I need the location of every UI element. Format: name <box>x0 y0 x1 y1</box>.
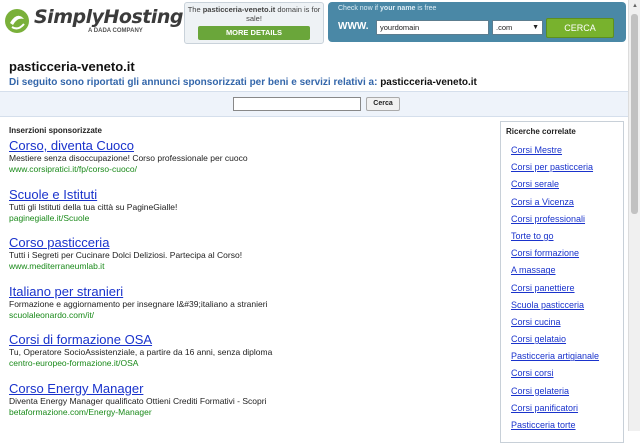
related-list: Corsi Mestre Corsi per pasticceria Corsi… <box>511 142 623 434</box>
related-link[interactable]: A massage <box>511 262 623 279</box>
logo-subtitle: A DADA COMPANY <box>88 28 143 34</box>
related-link[interactable]: Corsi professionali <box>511 211 623 228</box>
ad-item: Corso Energy Manager Diventa Energy Mana… <box>9 381 489 430</box>
logo-swirl-icon <box>5 9 29 33</box>
ad-title-link[interactable]: Scuole e Istituti <box>9 187 489 202</box>
ad-title-link[interactable]: Corso, diventa Cuoco <box>9 138 489 153</box>
related-link[interactable]: Corsi cucina <box>511 314 623 331</box>
related-link[interactable]: Corsi panettiere <box>511 280 623 297</box>
page-title: pasticceria-veneto.it <box>9 59 135 74</box>
intro-prefix: Di seguito sono riportati gli annunci sp… <box>9 77 381 88</box>
vertical-scrollbar[interactable]: ▲ <box>628 0 640 431</box>
related-link[interactable]: Corsi formazione <box>511 245 623 262</box>
ad-title-link[interactable]: Corsi di formazione OSA <box>9 332 489 347</box>
intro-domain: pasticceria-veneto.it <box>380 77 477 88</box>
related-link[interactable]: Corsi a Vicenza <box>511 194 623 211</box>
related-searches-panel: Ricerche correlate Corsi Mestre Corsi pe… <box>500 121 624 443</box>
related-link[interactable]: Torte to go <box>511 228 623 245</box>
intro-text: Di seguito sono riportati gli annunci sp… <box>9 77 477 88</box>
ad-url-link[interactable]: scuolaleonardo.com/it/ <box>9 310 489 321</box>
search-bar: Cerca <box>0 91 628 117</box>
ad-description: Tu, Operatore SocioAssistenziale, a part… <box>9 347 273 357</box>
related-link[interactable]: Pasticceria artigianale <box>511 348 623 365</box>
related-link[interactable]: Corsi corsi <box>511 365 623 382</box>
ad-description: Formazione e aggiornamento per insegnare… <box>9 298 268 309</box>
sponsored-ads: Inserzioni sponsorizzate Corso, diventa … <box>9 126 489 429</box>
ad-item: Corsi di formazione OSA Tu, Operatore So… <box>9 332 489 381</box>
for-sale-domain: pasticceria-veneto.it <box>202 5 276 14</box>
ad-item: Corso pasticceria Tutti i Segreti per Cu… <box>9 235 489 284</box>
more-details-button[interactable]: MORE DETAILS <box>198 26 310 40</box>
domain-check-hint: Check now if your name is free <box>338 5 436 12</box>
related-link[interactable]: Scuola pasticceria <box>511 297 623 314</box>
scrollbar-thumb[interactable] <box>631 14 638 214</box>
ad-title-link[interactable]: Corso Energy Manager <box>9 381 489 396</box>
www-label: WWW. <box>338 21 369 32</box>
ad-title-link[interactable]: Corso pasticceria <box>9 235 489 250</box>
logo-text: SimplyHosting <box>34 6 183 28</box>
search-input[interactable] <box>233 97 361 111</box>
related-link[interactable]: Corsi serale <box>511 176 623 193</box>
ad-description: Diventa Energy Manager qualificato Ottie… <box>9 395 267 406</box>
tld-selected-value: .com <box>496 23 513 32</box>
ads-heading: Inserzioni sponsorizzate <box>9 126 102 135</box>
related-link[interactable]: Pasticceria torte <box>511 417 623 434</box>
tld-select[interactable]: .com ▼ <box>492 20 543 35</box>
check-strong: your name <box>380 5 416 12</box>
ad-item: Italiano per stranieri Formazione e aggi… <box>9 284 489 333</box>
domain-check-panel: Check now if your name is free WWW. your… <box>328 2 626 42</box>
related-link[interactable]: Corsi Mestre <box>511 142 623 159</box>
ad-url-link[interactable]: paginegialle.it/Scuole <box>9 213 489 224</box>
search-button[interactable]: Cerca <box>366 97 400 111</box>
for-sale-message: The pasticceria-veneto.it domain is for … <box>185 5 323 23</box>
related-link[interactable]: Corsi gelateria <box>511 383 623 400</box>
ad-title-link[interactable]: Italiano per stranieri <box>9 284 489 299</box>
related-heading: Ricerche correlate <box>506 127 576 136</box>
ad-description: Mestiere senza disoccupazione! Corso pro… <box>9 153 248 163</box>
domain-for-sale-panel: The pasticceria-veneto.it domain is for … <box>184 2 324 44</box>
ad-url-link[interactable]: betaformazione.com/Energy-Manager <box>9 407 489 418</box>
domain-name-input[interactable]: yourdomain <box>376 20 489 35</box>
for-sale-prefix: The <box>187 5 203 14</box>
related-link[interactable]: Corsi panificatori <box>511 400 623 417</box>
cerca-button[interactable]: CERCA <box>546 18 614 38</box>
ad-url-link[interactable]: www.corsipratici.it/fp/corso-cuoco/ <box>9 164 489 175</box>
ad-description: Tutti i Segreti per Cucinare Dolci Deliz… <box>9 250 243 260</box>
ad-item: Corso, diventa Cuoco Mestiere senza diso… <box>9 138 489 187</box>
ad-url-link[interactable]: www.mediterraneumlab.it <box>9 261 489 272</box>
ad-url-link[interactable]: centro-europeo-formazione.it/OSA <box>9 358 489 369</box>
header-bar: SimplyHosting A DADA COMPANY The pasticc… <box>0 0 628 46</box>
check-suffix: is free <box>415 5 437 12</box>
related-link[interactable]: Corsi gelataio <box>511 331 623 348</box>
related-link[interactable]: Corsi per pasticceria <box>511 159 623 176</box>
ad-description: Tutti gli Istituti della tua città su Pa… <box>9 201 178 212</box>
check-prefix: Check now if <box>338 5 381 12</box>
scroll-up-arrow-icon[interactable]: ▲ <box>629 0 640 12</box>
ad-item: Scuole e Istituti Tutti gli Istituti del… <box>9 187 489 236</box>
chevron-down-icon: ▼ <box>532 24 539 31</box>
